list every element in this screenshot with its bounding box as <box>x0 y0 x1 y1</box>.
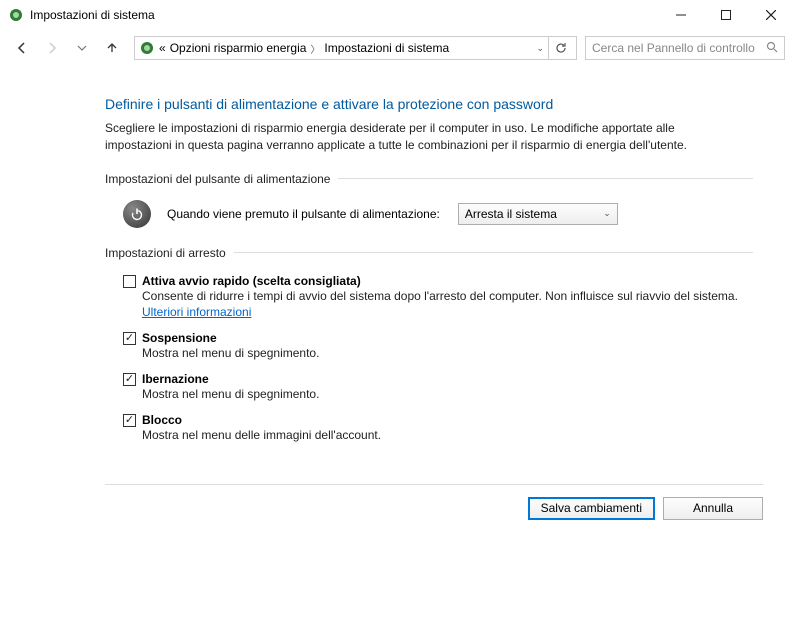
checkbox[interactable] <box>123 332 136 345</box>
power-icon <box>123 200 151 228</box>
option-title: Sospensione <box>142 331 217 345</box>
page-description: Scegliere le impostazioni di risparmio e… <box>105 120 725 154</box>
divider <box>234 252 753 253</box>
option-desc: Mostra nel menu di spegnimento. <box>142 345 753 362</box>
minimize-button[interactable] <box>658 0 703 30</box>
option-desc: Consente di ridurre i tempi di avvio del… <box>142 288 753 322</box>
back-button[interactable] <box>8 34 36 62</box>
chevron-right-icon: 〉 <box>310 41 320 56</box>
control-panel-icon <box>139 40 155 56</box>
search-placeholder: Cerca nel Pannello di controllo <box>592 41 766 55</box>
option-fast-startup: Attiva avvio rapido (scelta consigliata)… <box>123 274 753 322</box>
option-hibernate: Ibernazione Mostra nel menu di spegnimen… <box>123 372 753 403</box>
breadcrumb-prefix: « <box>159 41 166 55</box>
section-header-label: Impostazioni del pulsante di alimentazio… <box>105 172 330 186</box>
save-button[interactable]: Salva cambiamenti <box>528 497 655 520</box>
option-lock: Blocco Mostra nel menu delle immagini de… <box>123 413 753 444</box>
content: Definire i pulsanti di alimentazione e a… <box>0 66 793 464</box>
up-button[interactable] <box>98 34 126 62</box>
window-title: Impostazioni di sistema <box>30 8 155 22</box>
more-info-link[interactable]: Ulteriori informazioni <box>142 305 251 319</box>
app-icon <box>8 7 24 23</box>
checkbox[interactable] <box>123 414 136 427</box>
breadcrumb-item[interactable]: Opzioni risparmio energia <box>170 41 307 55</box>
section-header-shutdown: Impostazioni di arresto <box>105 246 753 260</box>
chevron-down-icon: ⌄ <box>603 208 611 219</box>
option-title: Blocco <box>142 413 182 427</box>
breadcrumb[interactable]: « Opzioni risparmio energia 〉 Impostazio… <box>134 36 577 60</box>
option-desc: Mostra nel menu delle immagini dell'acco… <box>142 427 753 444</box>
search-icon <box>766 41 778 56</box>
footer: Salva cambiamenti Annulla <box>0 485 793 534</box>
checkbox[interactable] <box>123 275 136 288</box>
option-title: Attiva avvio rapido (scelta consigliata) <box>142 274 361 288</box>
power-action-select[interactable]: Arresta il sistema ⌄ <box>458 203 618 225</box>
cancel-button[interactable]: Annulla <box>663 497 763 520</box>
navbar: « Opzioni risparmio energia 〉 Impostazio… <box>0 30 793 66</box>
checkbox[interactable] <box>123 373 136 386</box>
divider <box>338 178 753 179</box>
section-header-power: Impostazioni del pulsante di alimentazio… <box>105 172 753 186</box>
close-button[interactable] <box>748 0 793 30</box>
power-button-row: Quando viene premuto il pulsante di alim… <box>123 200 753 228</box>
breadcrumb-item[interactable]: Impostazioni di sistema <box>324 41 449 55</box>
select-value: Arresta il sistema <box>465 207 557 221</box>
refresh-button[interactable] <box>548 36 572 60</box>
forward-button[interactable] <box>38 34 66 62</box>
maximize-button[interactable] <box>703 0 748 30</box>
section-header-label: Impostazioni di arresto <box>105 246 226 260</box>
titlebar: Impostazioni di sistema <box>0 0 793 30</box>
search-input[interactable]: Cerca nel Pannello di controllo <box>585 36 785 60</box>
page-heading: Definire i pulsanti di alimentazione e a… <box>105 96 753 112</box>
option-desc: Mostra nel menu di spegnimento. <box>142 386 753 403</box>
option-sleep: Sospensione Mostra nel menu di spegnimen… <box>123 331 753 362</box>
option-title: Ibernazione <box>142 372 209 386</box>
power-button-label: Quando viene premuto il pulsante di alim… <box>167 207 440 221</box>
recent-dropdown[interactable] <box>68 34 96 62</box>
breadcrumb-dropdown[interactable]: ⌄ <box>536 43 544 54</box>
